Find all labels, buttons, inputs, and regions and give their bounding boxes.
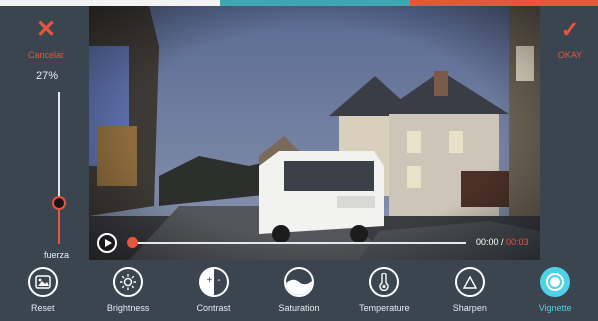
time-display: 00:00 / 00:03 [476,237,529,247]
okay-button[interactable]: ✓ OKAY [548,18,592,68]
tool-label: Contrast [196,303,231,313]
tool-reset[interactable]: Reset [0,260,85,321]
tool-vignette[interactable]: Vignette [513,260,598,321]
sun-icon [113,267,144,297]
thermometer-icon [369,267,400,297]
okay-label: OKAY [557,50,583,60]
video-frame-illustration [89,6,540,260]
tool-label: Reset [30,303,55,313]
timeline-thumb[interactable] [127,237,138,248]
tool-label: Saturation [278,303,320,313]
video-preview[interactable] [89,6,540,260]
tool-contrast[interactable]: + - Contrast [171,260,256,321]
strength-slider-thumb[interactable] [52,195,66,210]
tool-label: Brightness [106,303,150,313]
time-separator: / [498,237,507,247]
close-icon: ✕ [35,16,57,43]
tool-temperature[interactable]: Temperature [342,260,427,321]
contrast-icon: + - [198,267,229,297]
tool-label: Temperature [359,303,410,313]
image-icon [27,267,58,297]
tool-brightness[interactable]: Brightness [85,260,170,321]
timeline-track[interactable] [132,242,466,244]
cancel-button[interactable]: ✕ Cancelar [18,18,74,68]
left-panel: ✕ Cancelar 27% fuerza [0,6,89,260]
vignette-icon [540,267,571,297]
triangle-icon [454,267,485,297]
filter-toolbar: Reset Brightness + - Contrast Saturation… [0,260,598,321]
tool-saturation[interactable]: Saturation [256,260,341,321]
right-panel: ✓ OKAY [540,6,598,260]
saturation-icon [283,267,314,297]
tool-label: Vignette [538,303,572,313]
check-icon: ✓ [560,17,580,42]
tool-sharpen[interactable]: Sharpen [427,260,512,321]
duration-time: 00:03 [506,237,529,247]
current-time: 00:00 [476,237,499,247]
strength-label: fuerza [44,250,70,260]
cancel-label: Cancelar [27,50,65,60]
tool-label: Sharpen [452,303,487,313]
play-button[interactable] [97,233,117,253]
strength-percent: 27% [36,70,59,82]
